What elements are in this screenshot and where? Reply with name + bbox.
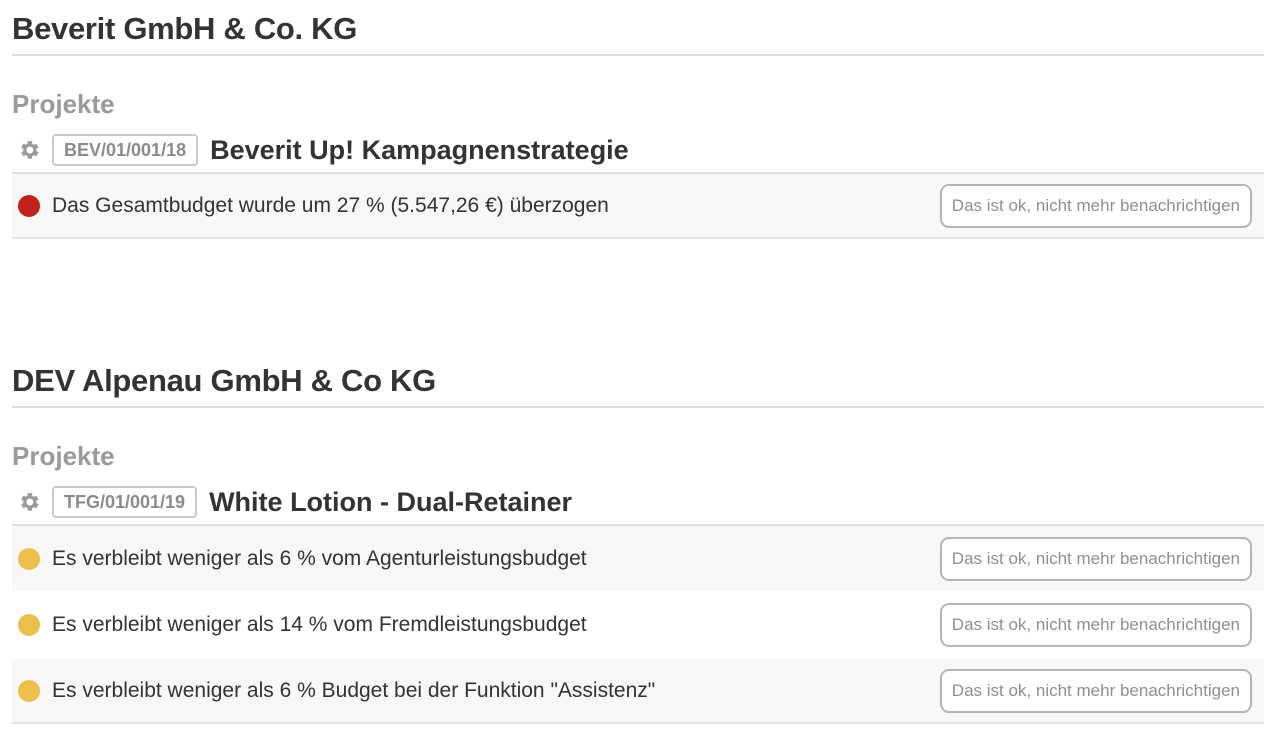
company-block: Beverit GmbH & Co. KG Projekte BEV/01/00… [12, 4, 1264, 239]
status-dot-yellow [18, 614, 40, 636]
alert-text: Es verbleibt weniger als 14 % vom Fremdl… [52, 613, 587, 636]
dismiss-notification-button[interactable]: Das ist ok, nicht mehr benachrichtigen [939, 603, 1252, 647]
status-dot-red [18, 194, 40, 217]
notifications-page: Beverit GmbH & Co. KG Projekte BEV/01/00… [12, 4, 1264, 724]
section-title-projects: Projekte [12, 89, 115, 119]
company-block: DEV Alpenau GmbH & Co KG Projekte TFG/01… [12, 356, 1264, 724]
section-title-projects: Projekte [12, 441, 115, 471]
dismiss-notification-button[interactable]: Das ist ok, nicht mehr benachrichtigen [939, 668, 1252, 713]
dismiss-notification-button[interactable]: Das ist ok, nicht mehr benachrichtigen [939, 183, 1252, 228]
project-header: TFG/01/001/19 White Lotion - Dual-Retain… [12, 480, 1264, 526]
company-title: Beverit GmbH & Co. KG [12, 4, 1264, 56]
alert-text: Das Gesamtbudget wurde um 27 % (5.547,26… [52, 193, 609, 217]
project-header: BEV/01/001/18 Beverit Up! Kampagnenstrat… [12, 128, 1264, 174]
project-code-badge: BEV/01/001/18 [52, 134, 199, 166]
alert-text: Es verbleibt weniger als 6 % Budget bei … [52, 678, 656, 702]
company-title: DEV Alpenau GmbH & Co KG [12, 356, 1264, 408]
status-dot-yellow [18, 547, 40, 570]
gear-icon[interactable] [14, 487, 44, 517]
project-name: Beverit Up! Kampagnenstrategie [210, 134, 629, 165]
gear-icon[interactable] [14, 135, 44, 165]
alert-row: Das Gesamtbudget wurde um 27 % (5.547,26… [12, 174, 1264, 239]
project-name: White Lotion - Dual-Retainer [209, 486, 573, 517]
status-dot-yellow [18, 679, 40, 702]
alert-row: Es verbleibt weniger als 6 % Budget bei … [12, 659, 1264, 724]
alert-row: Es verbleibt weniger als 6 % vom Agentur… [12, 526, 1264, 591]
alert-text: Es verbleibt weniger als 6 % vom Agentur… [52, 546, 587, 570]
alert-row: Es verbleibt weniger als 14 % vom Fremdl… [12, 591, 1264, 659]
dismiss-notification-button[interactable]: Das ist ok, nicht mehr benachrichtigen [939, 536, 1252, 581]
project-code-badge: TFG/01/001/19 [52, 486, 198, 518]
